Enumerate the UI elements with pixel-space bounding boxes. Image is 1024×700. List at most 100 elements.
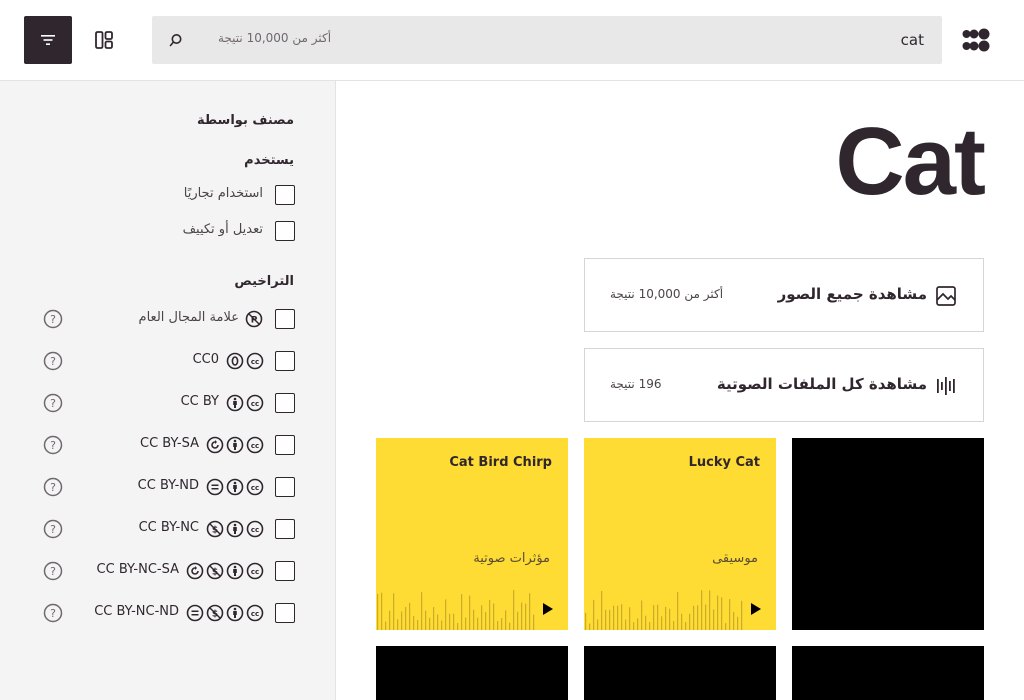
help-icon[interactable]: ? — [43, 435, 63, 455]
filter-label: CC BY-NC-SA — [96, 562, 179, 577]
no-derivatives-icon — [186, 604, 204, 622]
search-result-count: أكثر من 10,000 نتيجة — [218, 31, 332, 45]
audio-tile[interactable]: Cat Bird Chirp مؤثرات صوتية — [376, 438, 568, 630]
help-icon[interactable]: ? — [43, 393, 63, 413]
help-icon[interactable]: ? — [43, 561, 63, 581]
filter-label: تعديل أو تكييف — [182, 222, 263, 237]
filter-label: CC BY-NC — [138, 520, 199, 535]
checkbox[interactable] — [275, 561, 295, 581]
checkbox[interactable] — [275, 351, 295, 371]
attribution-icon — [226, 436, 244, 454]
license-icons: cc — [206, 478, 264, 496]
help-icon[interactable]: ? — [43, 603, 63, 623]
play-icon[interactable] — [750, 602, 762, 616]
waveform — [585, 590, 743, 630]
help-icon[interactable]: ? — [43, 309, 63, 329]
filters-sidebar: مصنف بواسطة يستخدم استخدام تجاريًا تعديل… — [0, 81, 336, 700]
license-icons: $ cc — [206, 520, 264, 538]
license-icons: cc — [206, 436, 264, 454]
help-icon[interactable]: ? — [43, 519, 63, 539]
filter-label: استخدام تجاريًا — [183, 186, 263, 201]
card-count: 196 نتيجة — [610, 377, 662, 391]
svg-text:?: ? — [50, 355, 56, 368]
play-icon[interactable] — [542, 602, 554, 616]
no-derivatives-icon — [206, 478, 224, 496]
svg-text:cc: cc — [251, 484, 259, 492]
license-icons: cc — [226, 352, 264, 370]
image-tile[interactable] — [584, 646, 776, 700]
filter-cc0[interactable]: cc CC0 ? — [0, 349, 336, 373]
checkbox[interactable] — [275, 519, 295, 539]
checkbox[interactable] — [275, 435, 295, 455]
attribution-icon — [226, 562, 244, 580]
license-icons: cc — [226, 394, 264, 412]
cc-icon: cc — [246, 352, 264, 370]
openverse-logo[interactable] — [962, 26, 990, 54]
filter-label: علامة المجال العام — [138, 310, 239, 325]
filter-label: CC BY — [180, 394, 219, 409]
layout-toggle-button[interactable] — [80, 16, 128, 64]
svg-text:?: ? — [50, 565, 56, 578]
tile-title: Lucky Cat — [688, 455, 760, 470]
card-title: مشاهدة كل الملفات الصوتية — [716, 375, 927, 393]
search-input[interactable] — [632, 16, 932, 64]
search-button[interactable] — [166, 30, 186, 50]
share-alike-icon — [186, 562, 204, 580]
svg-text:?: ? — [50, 523, 56, 536]
image-tile[interactable] — [792, 646, 984, 700]
checkbox[interactable] — [275, 603, 295, 623]
attribution-icon — [226, 394, 244, 412]
license-icons: $ cc — [186, 562, 264, 580]
checkbox[interactable] — [275, 185, 295, 205]
filter-toggle-button[interactable] — [24, 16, 72, 64]
card-title: مشاهدة جميع الصور — [777, 285, 927, 303]
help-icon[interactable]: ? — [43, 351, 63, 371]
filter-cc-by-nc-sa[interactable]: $ cc CC BY-NC-SA ? — [0, 559, 336, 583]
filter-label: CC0 — [192, 352, 219, 367]
cc-icon: cc — [246, 478, 264, 496]
attribution-icon — [226, 478, 244, 496]
non-commercial-icon: $ — [206, 604, 224, 622]
all-audio-link[interactable]: مشاهدة كل الملفات الصوتية 196 نتيجة — [584, 348, 984, 422]
svg-text:cc: cc — [251, 442, 259, 450]
svg-text:cc: cc — [251, 610, 259, 618]
checkbox[interactable] — [275, 477, 295, 497]
image-tile[interactable] — [376, 646, 568, 700]
filter-cc-by-nd[interactable]: cc CC BY-ND ? — [0, 475, 336, 499]
filter-commercial[interactable]: استخدام تجاريًا — [0, 183, 336, 207]
cc-icon: cc — [246, 562, 264, 580]
license-icons: $ cc — [186, 604, 264, 622]
checkbox[interactable] — [275, 393, 295, 413]
search-bar: أكثر من 10,000 نتيجة — [152, 16, 942, 64]
filter-label: CC BY-NC-ND — [94, 604, 179, 619]
pdm-icon: P — [245, 310, 263, 328]
filter-icon — [41, 35, 55, 45]
help-icon[interactable]: ? — [43, 477, 63, 497]
filter-pdm[interactable]: P علامة المجال العام ? — [0, 307, 336, 331]
all-images-link[interactable]: مشاهدة جميع الصور أكثر من 10,000 نتيجة — [584, 258, 984, 332]
audio-waveform-icon — [937, 377, 955, 395]
audio-tile[interactable]: Lucky Cat موسيقى — [584, 438, 776, 630]
image-tile[interactable] — [792, 438, 984, 630]
non-commercial-icon: $ — [206, 562, 224, 580]
cc-icon: cc — [246, 604, 264, 622]
sort-title: مصنف بواسطة — [197, 113, 294, 128]
cc-icon: cc — [246, 436, 264, 454]
svg-text:?: ? — [50, 439, 56, 452]
checkbox[interactable] — [275, 309, 295, 329]
filter-cc-by-nc-nd[interactable]: $ cc CC BY-NC-ND ? — [0, 601, 336, 625]
filter-cc-by-nc[interactable]: $ cc CC BY-NC ? — [0, 517, 336, 541]
filter-cc-by-sa[interactable]: cc CC BY-SA ? — [0, 433, 336, 457]
layout-icon — [95, 31, 113, 49]
svg-text:?: ? — [50, 607, 56, 620]
filter-modification[interactable]: تعديل أو تكييف — [0, 219, 336, 243]
svg-text:?: ? — [50, 397, 56, 410]
checkbox[interactable] — [275, 221, 295, 241]
tile-title: Cat Bird Chirp — [449, 455, 552, 470]
attribution-icon — [226, 604, 244, 622]
search-icon — [169, 34, 182, 47]
tile-category: موسيقى — [712, 551, 758, 566]
filter-cc-by[interactable]: cc CC BY ? — [0, 391, 336, 415]
use-section-title: يستخدم — [244, 153, 294, 168]
svg-text:cc: cc — [251, 400, 259, 408]
